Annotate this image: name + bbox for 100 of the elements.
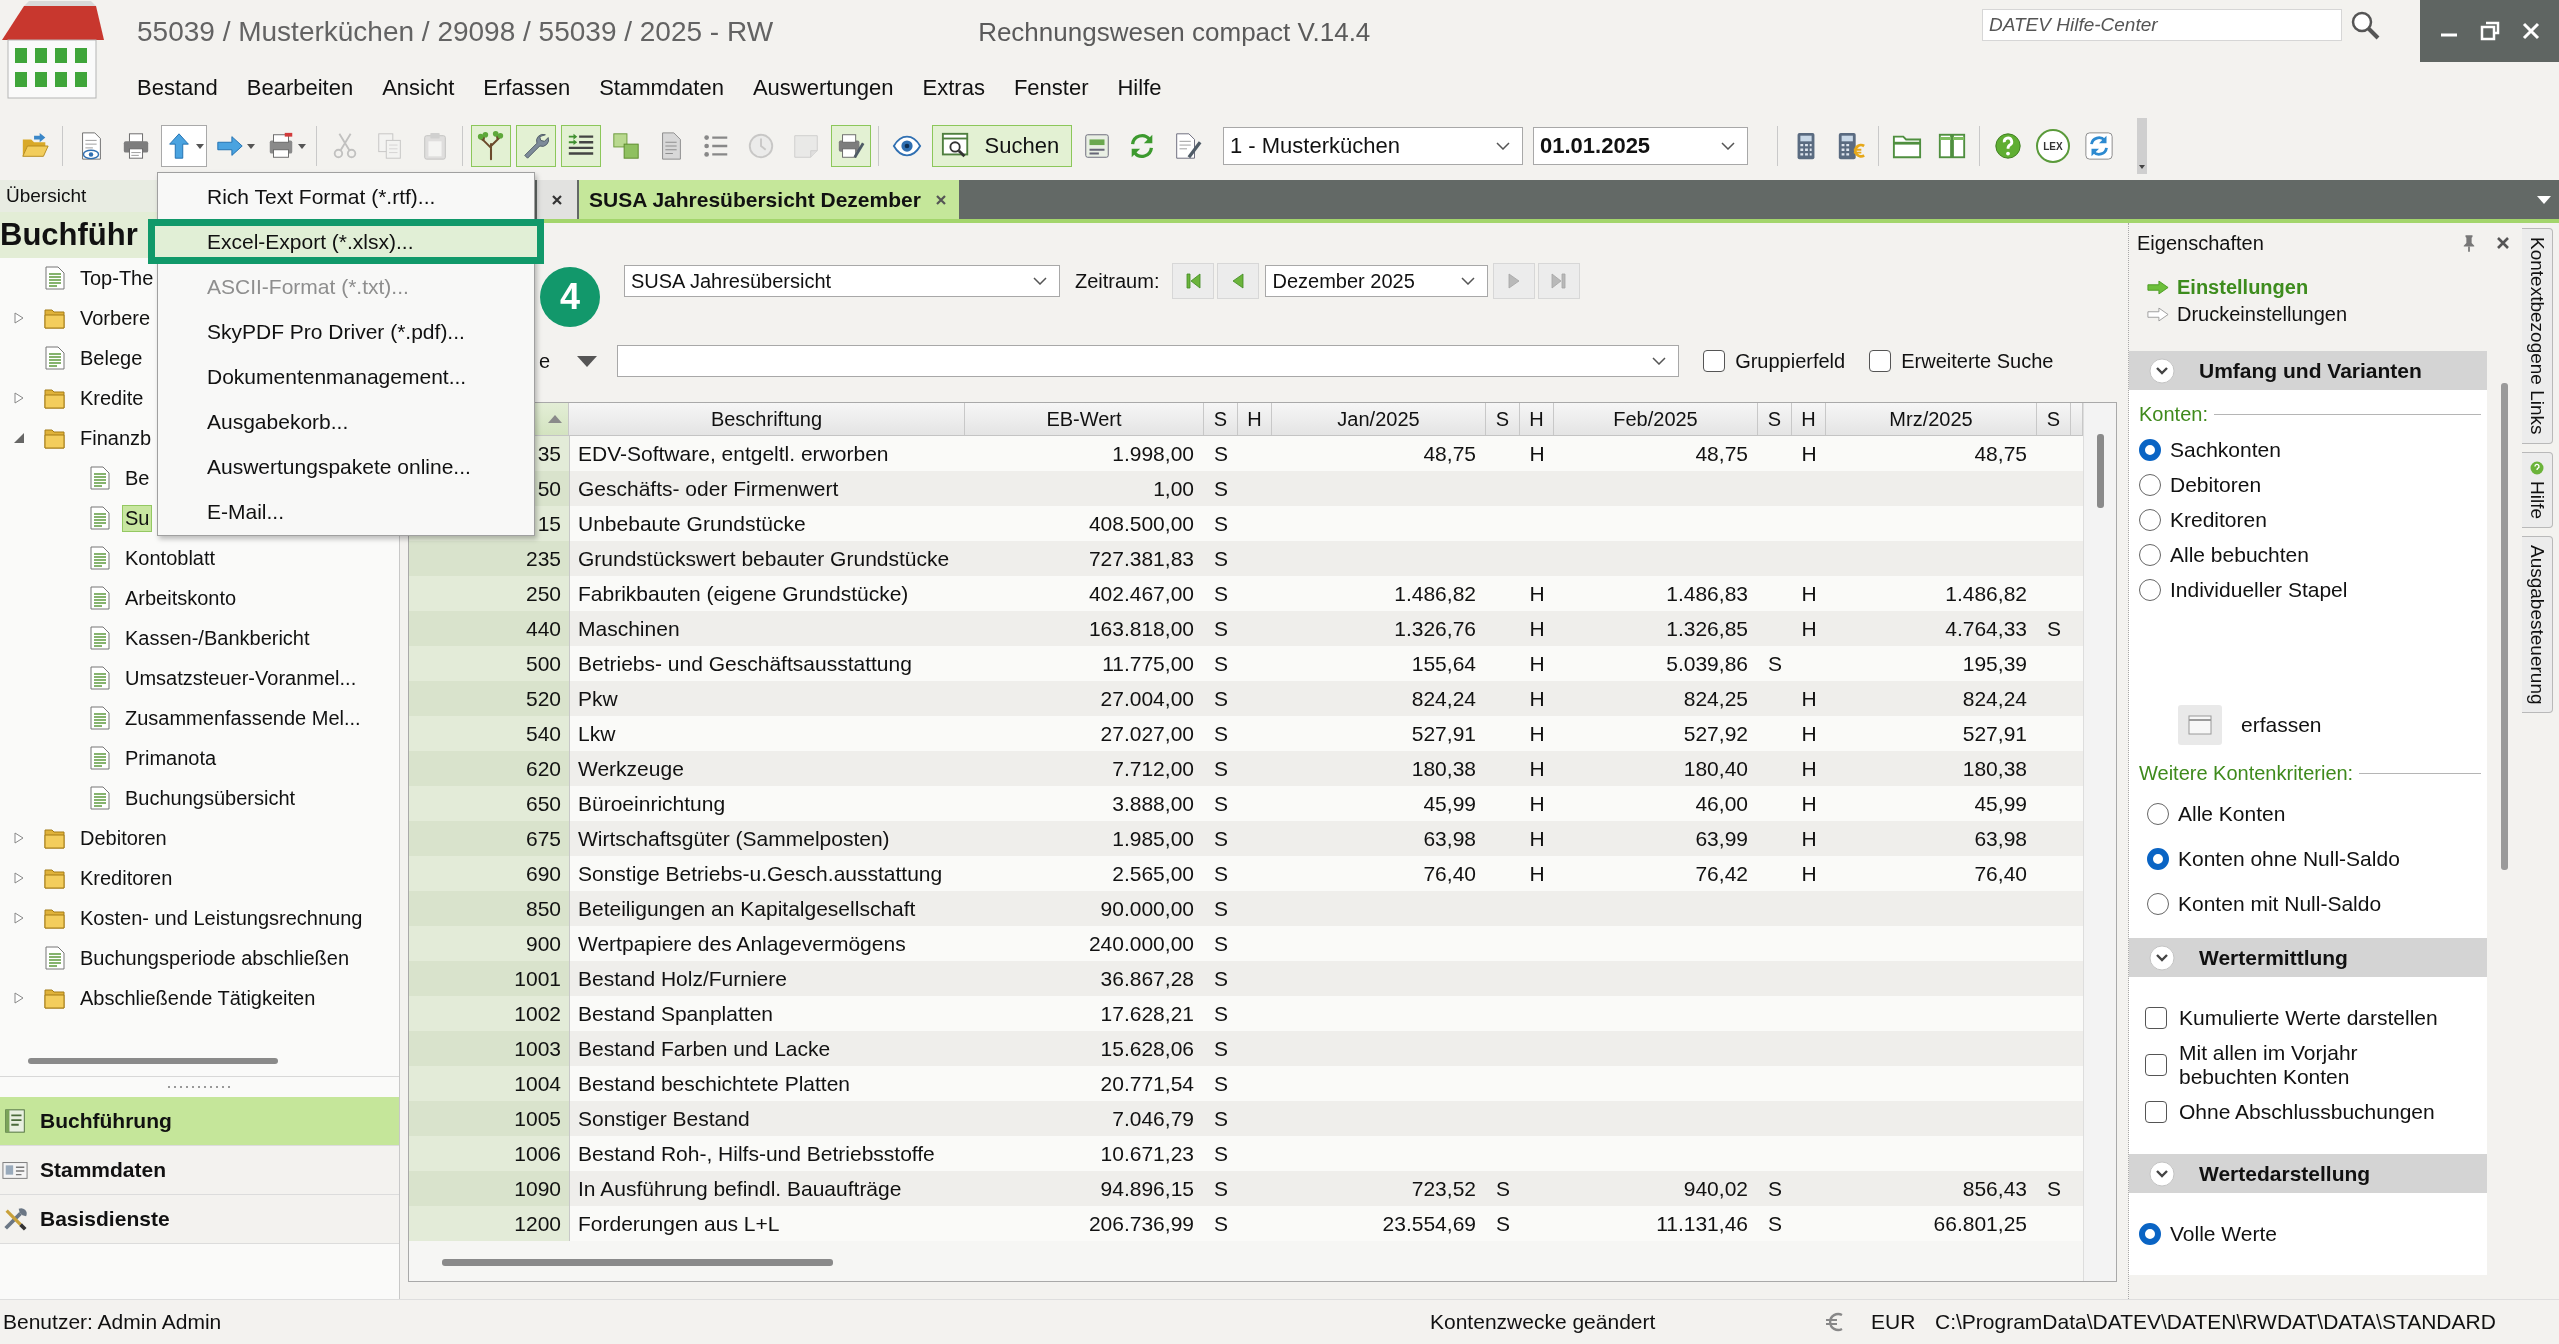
dropdown[interactable]: 1 - Musterküchen [1223,127,1523,165]
menu-option[interactable]: Rich Text Format (*.rtf)... [158,174,534,219]
dropdown-triangle-icon[interactable] [2537,195,2551,204]
menu-item[interactable]: Erfassen [483,75,571,101]
expanded-triangle-icon[interactable] [13,432,25,444]
tree-item[interactable]: Primanota [122,744,220,772]
toolbar-overflow-icon[interactable] [2137,118,2147,174]
drag-handle-icon[interactable] [167,1085,232,1089]
tab[interactable]: SUSA Jahresübersicht Dezember [579,180,959,219]
close-icon[interactable] [2520,21,2541,41]
collapsed-triangle-icon[interactable] [13,912,25,924]
close-icon[interactable] [2496,236,2510,250]
toolbar-button[interactable] [160,125,207,167]
toolbar-button[interactable] [560,125,601,167]
checkbox[interactable] [2145,1054,2167,1076]
menu-item[interactable]: Auswertungen [752,75,894,101]
side-tab[interactable]: Ausgabesteuerung [2522,535,2553,714]
link[interactable]: Druckeinstellungen [2177,303,2348,326]
column-header[interactable]: S [1204,403,1238,435]
menu-item[interactable]: Bearbeiten [246,75,354,101]
restore-icon[interactable] [2479,21,2500,41]
radio-button[interactable] [2139,1222,2161,1245]
radio-button[interactable] [2147,892,2169,915]
tree-item[interactable]: Belege [77,344,146,372]
side-tab[interactable]: Kontextbezogene Links [2522,228,2553,444]
toolbar-button[interactable] [515,125,556,167]
radio-label[interactable]: Konten mit Null-Saldo [2178,891,2382,916]
filter-dropdown[interactable] [617,345,1680,377]
radio-label[interactable]: Individueller Stapel [2170,577,2348,602]
menu-item[interactable]: Bestand [137,75,218,101]
collapsed-triangle-icon[interactable] [13,872,25,884]
menu-option[interactable]: SkyPDF Pro Driver (*.pdf)... [158,309,534,354]
tree-item[interactable]: Su [122,504,153,532]
tree-item[interactable]: Buchungsübersicht [122,784,299,812]
tree-item[interactable]: Vorbere [77,304,154,332]
tree-item[interactable]: Buchungsperiode abschließen [77,944,353,972]
horizontal-scrollbar[interactable] [28,1058,278,1064]
tree-item[interactable]: Debitoren [77,824,170,852]
vertical-scrollbar[interactable] [2096,434,2104,508]
collapsed-triangle-icon[interactable] [13,312,25,324]
section-header[interactable]: Umfang und Varianten [2129,351,2487,390]
checkbox-label[interactable]: Gruppierfeld [1735,349,1846,373]
menu-item[interactable]: Extras [922,75,985,101]
tree-item[interactable]: Be [122,464,153,492]
radio-button[interactable] [2139,578,2161,601]
menu-item[interactable]: Stammdaten [599,75,724,101]
collapsed-triangle-icon[interactable] [13,832,25,844]
section-header[interactable]: Wertermittlung [2129,938,2487,977]
tree-item[interactable]: Finanzb [77,424,155,452]
radio-label[interactable]: Debitoren [2170,472,2262,497]
radio-button[interactable] [2139,473,2161,496]
caret-down-icon[interactable] [577,355,598,367]
checkbox-label[interactable]: Ohne Abschlussbuchungen [2179,1100,2435,1124]
checkbox-label[interactable]: Mit allen im Vorjahr bebuchten Konten [2179,1041,2449,1089]
menu-option[interactable]: Dokumentenmanagement... [158,354,534,399]
tree-item[interactable]: Kontoblatt [122,544,219,572]
toolbar-button[interactable]: LEX [2036,129,2070,163]
tab[interactable] [537,180,577,219]
tree-item[interactable]: Kosten- und Leistungsrechnung [77,904,366,932]
horizontal-scrollbar[interactable] [442,1258,833,1266]
pin-icon[interactable] [2462,234,2476,252]
radio-label[interactable]: Alle bebuchten [2170,542,2309,567]
radio-button[interactable] [2139,438,2161,461]
column-header[interactable]: H [1238,403,1272,435]
toolbar-button[interactable] [830,125,871,167]
column-header[interactable]: Beschriftung [569,403,965,435]
column-header[interactable]: Jan/2025 [1272,403,1486,435]
column-header[interactable]: EB-Wert [965,403,1204,435]
date-field[interactable]: 01.01.2025 [1533,127,1748,165]
collapsed-triangle-icon[interactable] [13,992,25,1004]
link[interactable]: Einstellungen [2177,276,2309,299]
period-nav-button[interactable] [1172,263,1215,299]
radio-label[interactable]: Konten ohne Null-Saldo [2178,846,2400,871]
column-header[interactable]: H [1520,403,1554,435]
column-header[interactable]: Mrz/2025 [1826,403,2037,435]
nav-button[interactable]: Stammdaten [0,1146,399,1195]
radio-button[interactable] [2139,543,2161,566]
menu-option[interactable]: Excel-Export (*.xlsx)... [148,219,544,264]
menu-item[interactable]: Hilfe [1117,75,1162,101]
nav-button[interactable]: Basisdienste [0,1195,399,1244]
column-header[interactable]: Feb/2025 [1554,403,1758,435]
sort-ascending-icon[interactable] [548,415,562,423]
tree-item[interactable]: Umsatzsteuer-Voranmel... [122,664,360,692]
radio-button[interactable] [2147,847,2169,870]
tree-item[interactable]: Abschließende Tätigkeiten [77,984,319,1012]
tree-item[interactable]: Zusammenfassende Mel... [122,704,364,732]
column-header[interactable]: H [1792,403,1826,435]
column-header[interactable]: S [1486,403,1520,435]
close-icon[interactable] [551,193,563,206]
radio-button[interactable] [2147,802,2169,825]
nav-button[interactable]: Buchführung [0,1097,399,1146]
vertical-scrollbar[interactable] [2501,383,2508,870]
close-icon[interactable] [934,193,947,206]
checkbox[interactable] [2145,1007,2167,1029]
checkbox[interactable] [1703,350,1726,372]
radio-label[interactable]: Alle Konten [2178,801,2286,826]
checkbox[interactable] [1869,350,1892,372]
period-dropdown[interactable]: Dezember 2025 [1265,265,1489,297]
checkbox-label[interactable]: Erweiterte Suche [1901,349,2054,373]
tree-item[interactable]: Top-The [77,264,157,292]
